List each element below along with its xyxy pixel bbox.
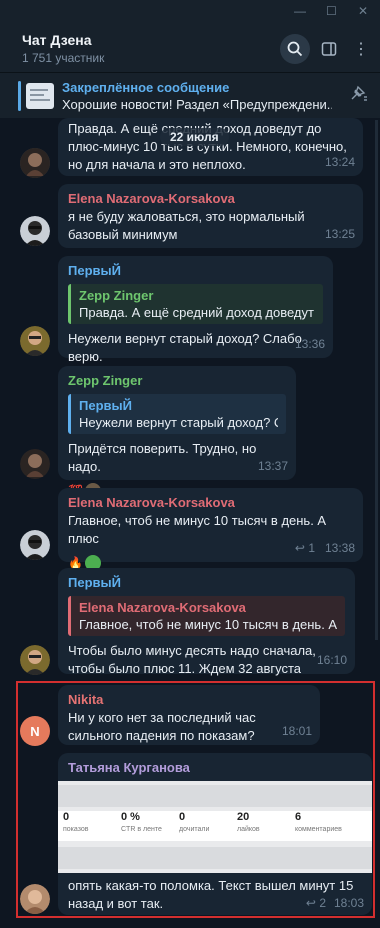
panel-icon: [321, 42, 337, 56]
pinned-thumbnail: [26, 83, 54, 109]
quote-author: Zepp Zinger: [79, 288, 154, 303]
chat-header: — ☐ ✕ Чат Дзена 1 751 участник ⋮: [0, 0, 380, 72]
sidebar-toggle-button[interactable]: [314, 34, 344, 64]
chat-title[interactable]: Чат Дзена: [22, 32, 92, 48]
search-icon: [287, 41, 303, 57]
avatar[interactable]: [20, 148, 50, 178]
avatar[interactable]: [20, 326, 50, 356]
message-author[interactable]: Zepp Zinger: [68, 372, 286, 390]
reply-quote[interactable]: ПервыЙ Неужели вернут старый доход? С...: [68, 394, 286, 434]
quote-text: Правда. А ещё средний доход доведут д...: [79, 305, 315, 320]
message-bubble[interactable]: Elena Nazarova-Korsakova я не буду жалов…: [58, 184, 363, 248]
message-bubble[interactable]: ПервыЙ Zepp Zinger Правда. А ещё средний…: [58, 256, 333, 364]
pinned-text: Хорошие новости! Раздел «Предупреждени..…: [62, 97, 332, 112]
pinned-title: Закреплённое сообщение: [62, 80, 230, 95]
quote-author: Elena Nazarova-Korsakova: [79, 600, 246, 615]
message-time: 13:36: [294, 337, 325, 351]
quote-author: ПервыЙ: [79, 398, 132, 413]
date-separator: 22 июля: [160, 128, 229, 146]
message-text: я не буду жаловаться, это нормальный баз…: [68, 209, 305, 242]
maximize-icon[interactable]: ☐: [326, 4, 337, 18]
message-time: 13:38: [324, 541, 355, 555]
message-bubble[interactable]: Elena Nazarova-Korsakova Главное, чтоб н…: [58, 488, 363, 571]
avatar[interactable]: [20, 530, 50, 560]
reply-arrow-icon: ↩: [294, 541, 305, 555]
scrollbar[interactable]: [375, 120, 378, 640]
reply-count[interactable]: ↩ 1: [295, 539, 315, 557]
message-bubble[interactable]: ПервыЙ Elena Nazarova-Korsakova Главное,…: [58, 568, 355, 676]
message-author[interactable]: ПервыЙ: [68, 262, 323, 280]
message-text: Чтобы было минус десять надо сначала, чт…: [68, 643, 316, 676]
message-time: 13:25: [324, 227, 355, 241]
message-text: Неужели вернут старый доход? Слабо верю.: [68, 331, 302, 364]
close-icon[interactable]: ✕: [358, 4, 368, 18]
search-button[interactable]: [280, 34, 310, 64]
message-time: 13:24: [324, 155, 355, 169]
message-time: 13:37: [257, 459, 288, 473]
message-author[interactable]: Elena Nazarova-Korsakova: [68, 190, 353, 208]
more-menu-button[interactable]: ⋮: [346, 34, 376, 64]
quote-text: Неужели вернут старый доход? С...: [79, 415, 278, 430]
avatar[interactable]: [20, 449, 50, 479]
pinned-indicator: [18, 81, 21, 111]
message-text: Придётся поверить. Трудно, но надо.: [68, 441, 257, 474]
reply-quote[interactable]: Elena Nazarova-Korsakova Главное, чтоб н…: [68, 596, 345, 636]
window-controls: — ☐ ✕: [294, 4, 368, 18]
pin-list-icon[interactable]: [350, 85, 368, 105]
reply-quote[interactable]: Zepp Zinger Правда. А ещё средний доход …: [68, 284, 323, 324]
member-count: 1 751 участник: [22, 51, 105, 65]
minimize-icon[interactable]: —: [294, 4, 306, 18]
message-bubble[interactable]: Правда. А ещё средний доход доведут до п…: [58, 118, 363, 176]
message-time: 16:10: [316, 653, 347, 667]
message-author[interactable]: ПервыЙ: [68, 574, 345, 592]
avatar[interactable]: [20, 216, 50, 246]
avatar[interactable]: [20, 645, 50, 675]
message-author[interactable]: Elena Nazarova-Korsakova: [68, 494, 353, 512]
pinned-message-bar[interactable]: Закреплённое сообщение Хорошие новости! …: [0, 72, 380, 118]
more-vertical-icon: ⋮: [353, 41, 369, 58]
highlight-frame: [16, 681, 375, 918]
message-bubble[interactable]: Zepp Zinger ПервыЙ Неужели вернут старый…: [58, 366, 296, 499]
quote-text: Главное, чтоб не минус 10 тысяч в день. …: [79, 617, 337, 632]
